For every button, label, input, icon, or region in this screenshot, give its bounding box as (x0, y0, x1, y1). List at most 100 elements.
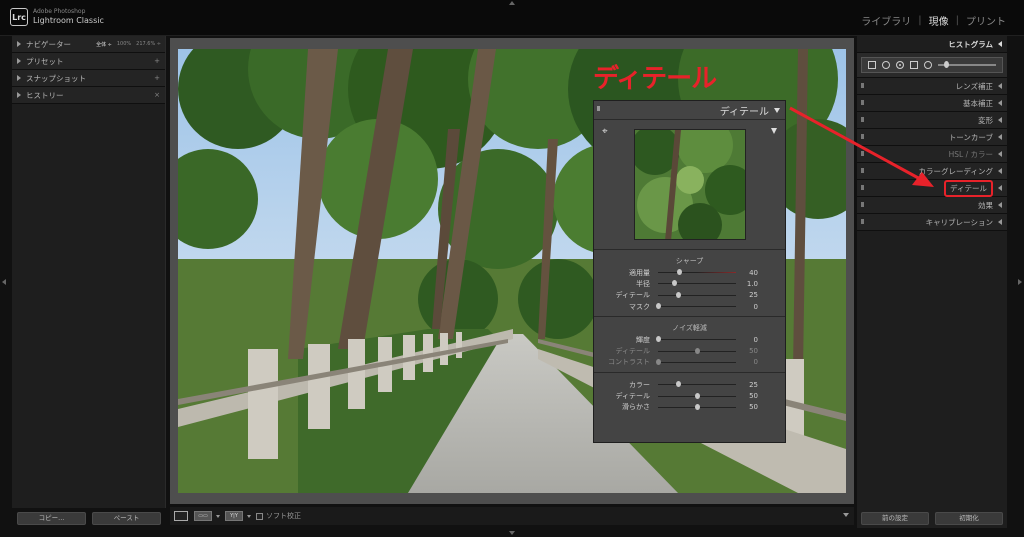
slider-knob[interactable] (695, 392, 700, 399)
slider-value[interactable]: 0 (736, 303, 768, 311)
compare-mode-button[interactable]: Y|Y (225, 511, 243, 521)
slider-label: ディテール (615, 291, 650, 300)
slider-knob[interactable] (695, 403, 700, 410)
panel-label: レンズ補正 (955, 81, 993, 91)
softproof-checkbox[interactable] (256, 512, 263, 520)
panel-lens-corrections[interactable]: レンズ補正 (857, 78, 1007, 95)
mask-tool-icon[interactable] (910, 61, 918, 69)
bottom-toolbar: ▭▭ Y|Y ソフト校正 (170, 507, 854, 525)
pin-icon[interactable] (861, 100, 864, 105)
radial-tool-icon[interactable] (924, 61, 932, 69)
slider-track[interactable] (658, 403, 736, 410)
zoom-custom[interactable]: 217.6% ÷ (136, 41, 161, 48)
slider-knob[interactable] (675, 381, 681, 388)
slider-track[interactable] (658, 291, 736, 298)
slider-knob[interactable] (695, 347, 700, 354)
panel-color-grading[interactable]: カラーグレーディング (857, 163, 1007, 180)
slider-track[interactable] (656, 336, 736, 343)
panel-basic[interactable]: 基本補正 (857, 95, 1007, 112)
loupe-view-icon[interactable] (174, 511, 188, 521)
slider-knob[interactable] (671, 280, 677, 287)
slider-knob[interactable] (677, 269, 683, 276)
paste-button[interactable]: ペースト (92, 511, 161, 525)
slider-track[interactable] (658, 381, 736, 388)
panel-label: キャリブレーション (925, 217, 993, 227)
chevron-down-icon[interactable] (216, 514, 220, 518)
left-panel-item[interactable]: プリセット + (12, 53, 165, 70)
before-after-button[interactable]: ▭▭ (194, 511, 212, 521)
collapse-left-icon[interactable] (2, 279, 6, 285)
slider-track[interactable] (656, 358, 736, 365)
slider-track[interactable] (658, 269, 736, 276)
module-develop[interactable]: 現像 (929, 13, 949, 28)
close-icon[interactable]: × (154, 91, 160, 99)
histogram-header[interactable]: ヒストグラム (857, 36, 1007, 53)
slider-track[interactable] (656, 303, 736, 310)
pin-icon[interactable] (861, 117, 864, 122)
left-panel-item[interactable]: ヒストリー × (12, 87, 165, 104)
left-panel-item[interactable]: スナップショット + (12, 70, 165, 87)
panel-label-highlighted: ディテール (944, 179, 993, 197)
module-library[interactable]: ライブラリ (861, 13, 911, 28)
slider-value[interactable]: 0 (736, 336, 768, 344)
pin-icon[interactable] (861, 185, 864, 190)
pin-icon[interactable] (861, 151, 864, 156)
expand-triangle-icon (17, 92, 21, 98)
previous-settings-button[interactable]: 前の設定 (861, 511, 929, 525)
slider-row: マスク 0 (594, 301, 785, 312)
panel-transform[interactable]: 変形 (857, 112, 1007, 129)
module-print[interactable]: プリント (966, 13, 1006, 28)
reset-button[interactable]: 初期化 (935, 511, 1003, 525)
slider-value[interactable]: 50 (736, 403, 768, 411)
slider-knob[interactable] (656, 336, 661, 343)
slider-track[interactable] (658, 280, 736, 287)
slider-value[interactable]: 50 (736, 347, 768, 355)
preview-toggle-icon[interactable] (771, 128, 777, 134)
tool-slider[interactable] (938, 61, 996, 68)
slider-knob[interactable] (656, 303, 661, 310)
healing-tool-icon[interactable] (882, 61, 890, 69)
panel-calibration[interactable]: キャリブレーション (857, 214, 1007, 231)
panel-tone-curve[interactable]: トーンカーブ (857, 129, 1007, 146)
navigator-header[interactable]: ナビゲーター 全体 ÷ 100% 217.6% ÷ (12, 36, 165, 53)
add-icon[interactable]: + (154, 74, 160, 82)
collapse-right-icon[interactable] (1018, 279, 1022, 285)
panel-detail[interactable]: ディテール (857, 179, 1007, 197)
copy-button[interactable]: コピー... (17, 511, 86, 525)
slider-track[interactable] (658, 347, 736, 354)
slider-value[interactable]: 25 (736, 381, 768, 389)
slider-knob[interactable] (675, 291, 681, 298)
slider-value[interactable]: 25 (736, 291, 768, 299)
detail-preview-thumbnail[interactable] (634, 129, 746, 240)
zoom-100[interactable]: 100% (117, 41, 131, 48)
collapse-bottom-icon[interactable] (509, 531, 515, 535)
pin-icon[interactable] (861, 219, 864, 224)
chevron-down-icon[interactable] (247, 514, 251, 518)
collapse-triangle-icon (998, 41, 1002, 47)
panel-label: 変形 (978, 115, 993, 125)
detail-panel-header[interactable]: ディテール (594, 101, 785, 120)
navigator-label: ナビゲーター (26, 39, 71, 49)
add-icon[interactable]: + (154, 57, 160, 65)
pin-icon[interactable] (861, 202, 864, 207)
pin-icon[interactable] (861, 134, 864, 139)
slider-value[interactable]: 50 (736, 392, 768, 400)
pin-icon[interactable] (597, 106, 600, 111)
panel-hsl-color[interactable]: HSL / カラー (857, 146, 1007, 163)
pin-icon[interactable] (861, 83, 864, 88)
slider-value[interactable]: 0 (736, 358, 768, 366)
pin-icon[interactable] (861, 168, 864, 173)
target-icon[interactable]: ⌖ (602, 127, 608, 137)
slider-track[interactable] (658, 392, 736, 399)
slider-value[interactable]: 40 (736, 269, 768, 277)
toolbar-menu-icon[interactable] (843, 513, 849, 517)
collapse-top-icon[interactable] (509, 1, 515, 5)
redeye-tool-icon[interactable] (896, 61, 904, 69)
crop-tool-icon[interactable] (868, 61, 876, 69)
sharpen-title: シャープ (675, 257, 704, 265)
slider-value[interactable]: 1.0 (736, 280, 768, 288)
zoom-fit[interactable]: 全体 ÷ (96, 41, 112, 48)
panel-effects[interactable]: 効果 (857, 197, 1007, 214)
collapse-triangle-icon (998, 219, 1002, 225)
slider-knob[interactable] (656, 358, 661, 365)
